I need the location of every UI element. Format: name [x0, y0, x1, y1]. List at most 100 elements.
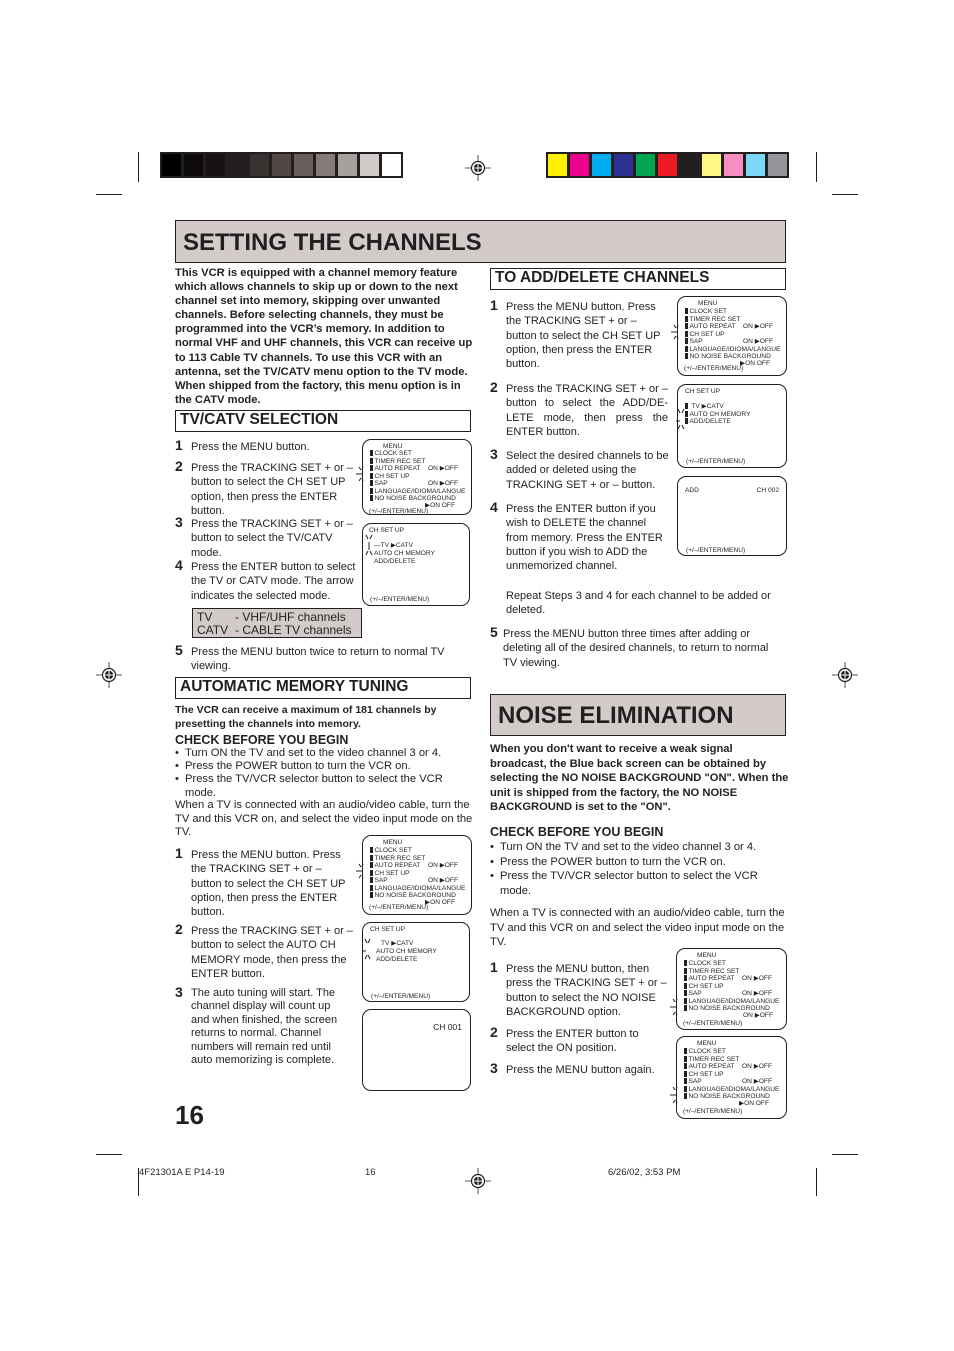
- step-number: 3: [175, 514, 183, 530]
- osd-item-selected: CH SET UP: [374, 472, 410, 480]
- check-item: Turn ON the TV and set to the video chan…: [175, 747, 475, 760]
- step-number: 1: [175, 437, 183, 453]
- osd-item: CH SET UP: [688, 982, 724, 990]
- blink-cursor-icon: [670, 998, 678, 1016]
- check-item: Turn ON the TV and set to the video chan…: [490, 840, 790, 855]
- registration-mark-icon: [832, 662, 858, 688]
- osd-footer: (+/–/ENTER/MENU): [683, 1108, 743, 1115]
- color-swatch: [206, 154, 225, 176]
- osd-item-selected: ADD/DELETE: [689, 418, 731, 425]
- osd-menu-title: MENU: [698, 300, 718, 307]
- osd-value: ▶ON OFF: [739, 1100, 769, 1107]
- blink-cursor-icon: [676, 408, 685, 430]
- osd-menu-title: MENU: [697, 952, 717, 959]
- osd-item-selected: NO NOISE BACKGROUND: [688, 1005, 770, 1012]
- step-number: 4: [490, 499, 498, 515]
- step-number: 3: [490, 1060, 498, 1076]
- osd-value: ON ▶OFF: [428, 877, 458, 884]
- osd-menu-title: MENU: [383, 839, 403, 846]
- section-heading-text: TO ADD/DELETE CHANNELS: [495, 269, 710, 286]
- step-number: 2: [175, 458, 183, 474]
- color-swatch: [724, 154, 743, 176]
- osd-item-text: TV ▶CATV: [380, 542, 414, 549]
- osd-value: ▶ON OFF: [425, 502, 455, 509]
- osd-item: CLOCK SET: [689, 308, 727, 315]
- osd-item: CLOCK SET: [374, 450, 412, 457]
- step-number: 5: [175, 642, 183, 658]
- crop-mark: [96, 1154, 122, 1155]
- osd-menu-screen: MENU CLOCK SET TIMER REC SET AUTO REPEAT…: [356, 835, 472, 915]
- osd-channel-number: CH 001: [433, 1022, 462, 1032]
- crop-mark: [816, 152, 817, 182]
- osd-item: AUTO REPEAT: [374, 862, 421, 869]
- osd-menu-screen: MENU CLOCK SET TIMER REC SET AUTO REPEAT…: [671, 296, 787, 376]
- osd-item: AUTO REPEAT: [688, 1063, 735, 1070]
- osd-value: ON ▶OFF: [742, 1078, 772, 1085]
- amt-intro: The VCR can receive a maximum of 181 cha…: [175, 704, 437, 731]
- osd-ch-setup-screen: CH SET UP TV ▶CATV AUTO CH MEMORY ADD/DE…: [676, 384, 787, 468]
- osd-item: NO NOISE BACKGROUND: [374, 892, 456, 899]
- step-number: 1: [175, 845, 183, 861]
- step-text: Press the TRACKING SET + or – button to …: [506, 383, 668, 438]
- mode-key: CATV: [197, 622, 229, 637]
- footer-doc-code: 4F21301A E P14-19: [139, 1167, 225, 1178]
- step-number: 1: [490, 959, 498, 975]
- blink-cursor-icon: [356, 863, 364, 879]
- step-text: Press the MENU button three times after …: [503, 628, 769, 669]
- osd-item-selected: AUTO CH MEMORY: [376, 948, 437, 955]
- osd-item: TV ▶CATV: [691, 403, 724, 410]
- step-text: Press the MENU button, then press the TR…: [506, 963, 667, 1018]
- osd-item-selected: —TV ▶CATV: [374, 542, 414, 549]
- osd-value: ON ▶OFF: [743, 338, 773, 345]
- osd-footer: (+/–/ENTER/MENU): [369, 904, 429, 911]
- osd-add-channel-screen: ADD CH 002 (+/–/ENTER/MENU): [677, 476, 787, 556]
- color-swatch: [746, 154, 765, 176]
- check-item: Press the TV/VCR selector button to sele…: [175, 773, 475, 799]
- step-number: 3: [175, 984, 183, 1000]
- osd-item: LANGUAGE/IDIOMA/LANGUE: [374, 487, 466, 495]
- color-swatch: [636, 154, 655, 176]
- step-text: Press the TRACKING SET + or – button to …: [191, 462, 353, 517]
- mode-row-catv: CATV - CABLE TV channels: [197, 622, 357, 637]
- noise-note: When a TV is connected with an audio/vid…: [490, 907, 785, 948]
- step-text: Press the MENU button again.: [506, 1064, 655, 1076]
- step-number: 2: [490, 1024, 498, 1040]
- blink-cursor-icon: [356, 466, 364, 482]
- noise-title: NOISE ELIMINATION: [498, 702, 734, 729]
- step-text: Press the MENU button.: [191, 441, 310, 453]
- color-calibration-bar: [546, 152, 789, 178]
- osd-channel-screen: CH 001: [362, 1009, 471, 1091]
- color-swatch: [316, 154, 335, 176]
- osd-item: CLOCK SET: [374, 847, 412, 854]
- color-swatch: [250, 154, 269, 176]
- step-text: The auto tuning will start. The channel …: [191, 987, 338, 1067]
- step-text: Select the desired channels to be added …: [506, 450, 669, 491]
- registration-mark-icon: [465, 1168, 491, 1194]
- osd-menu-screen: MENU CLOCK SET TIMER REC SET AUTO REPEAT…: [356, 439, 472, 515]
- osd-item: NO NOISE BACKGROUND: [689, 353, 771, 360]
- color-swatch: [360, 154, 379, 176]
- osd-item: NO NOISE BACKGROUND: [374, 495, 456, 502]
- osd-item-selected: NO NOISE BACKGROUND: [688, 1093, 770, 1100]
- step-text: Press the ENTER button to select the ON …: [506, 1028, 639, 1055]
- color-swatch: [272, 154, 291, 176]
- color-swatch: [768, 154, 787, 176]
- color-swatch: [614, 154, 633, 176]
- osd-item: LANGUAGE/IDIOMA/LANGUE: [689, 345, 781, 353]
- osd-value: ON ▶OFF: [743, 323, 773, 330]
- osd-footer: (+/–/ENTER/MENU): [370, 596, 430, 603]
- blink-cursor-icon: [365, 534, 373, 556]
- osd-item-selected: CH SET UP: [689, 330, 725, 338]
- osd-item: SAP: [689, 338, 703, 345]
- osd-item: CH SET UP: [688, 1070, 724, 1078]
- page-title-banner: SETTING THE CHANNELS: [175, 220, 786, 263]
- step-number: 5: [490, 624, 498, 640]
- section-heading-amt: AUTOMATIC MEMORY TUNING: [175, 677, 471, 699]
- step-text: Press the ENTER button if you wish to DE…: [506, 503, 663, 573]
- osd-item: SAP: [688, 990, 702, 997]
- osd-item: SAP: [374, 877, 388, 884]
- color-swatch: [162, 154, 181, 176]
- mode-key: TV: [197, 610, 213, 624]
- osd-item: TIMER REC SET: [688, 967, 740, 975]
- osd-item: TIMER REC SET: [689, 315, 741, 323]
